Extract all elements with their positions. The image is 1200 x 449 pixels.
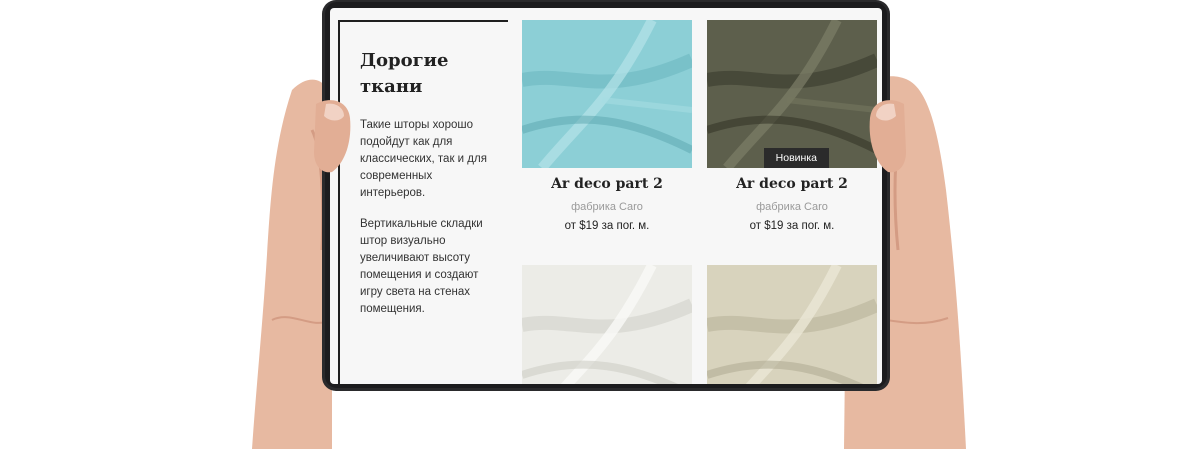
info-panel: Дорогие ткани Такие шторы хорошо подойду… <box>338 20 508 384</box>
right-thumb-image <box>869 100 906 173</box>
product-brand: фабрика Caro <box>756 201 828 213</box>
panel-title: Дорогие ткани <box>360 50 449 97</box>
left-thumb-image <box>314 100 351 173</box>
tablet-screen: Дорогие ткани Такие шторы хорошо подойду… <box>330 8 882 384</box>
product-title[interactable]: Ar deco part 2 <box>707 176 877 192</box>
product-brand: фабрика Caro <box>571 201 643 213</box>
panel-paragraph-2: Вертикальные складки штор визуально увел… <box>360 218 483 315</box>
product-image[interactable] <box>707 265 877 384</box>
product-card[interactable]: Новинка Ar deco part 2 фабрика Caro от $… <box>707 20 877 232</box>
new-badge: Новинка <box>763 148 829 168</box>
product-image[interactable] <box>522 20 692 168</box>
product-image[interactable]: Новинка <box>707 20 877 168</box>
product-price: от $19 за пог. м. <box>749 220 835 232</box>
panel-paragraph-1: Такие шторы хорошо подойдут как для клас… <box>360 119 487 199</box>
product-card[interactable]: Ar deco part 2 фабрика Caro от $19 за по… <box>522 20 692 232</box>
product-title[interactable]: Ar deco part 2 <box>522 176 692 192</box>
product-card[interactable] <box>707 265 877 384</box>
product-price: от $19 за пог. м. <box>564 220 650 232</box>
product-image[interactable] <box>522 265 692 384</box>
product-card[interactable] <box>522 265 692 384</box>
